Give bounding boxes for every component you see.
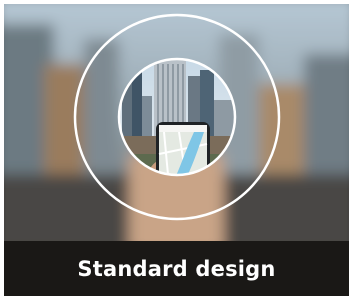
caption-bar: Standard design bbox=[4, 241, 349, 296]
feature-photo bbox=[4, 4, 349, 241]
caption-title: Standard design bbox=[77, 256, 276, 281]
feature-card[interactable]: Standard design bbox=[4, 4, 349, 296]
